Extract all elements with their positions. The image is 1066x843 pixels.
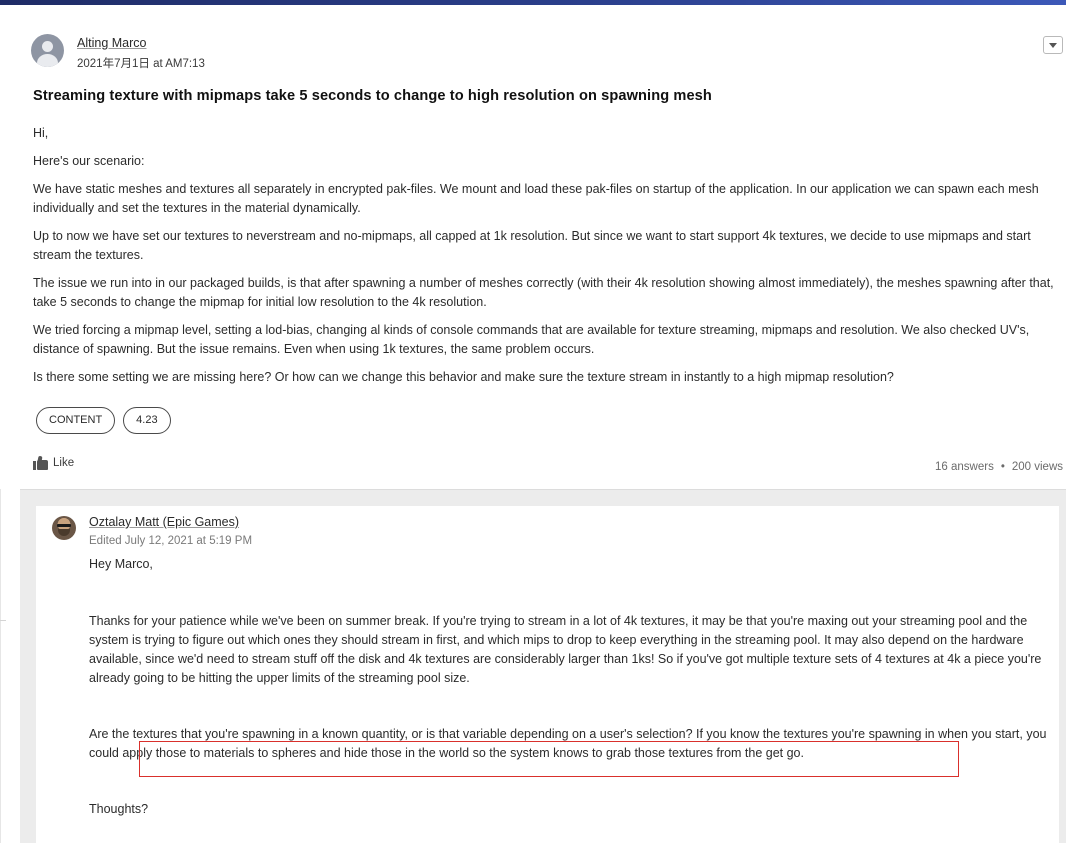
like-label: Like — [53, 457, 75, 469]
answer-paragraph: Thoughts? — [89, 802, 149, 816]
default-user-avatar-icon[interactable] — [31, 34, 64, 67]
avatar-beard — [58, 529, 70, 536]
tag-content[interactable]: CONTENT — [36, 407, 116, 434]
like-button[interactable]: Like — [33, 455, 75, 470]
answer-paragraph: Are the textures that you're spawning in… — [89, 727, 1047, 760]
question-paragraph: The issue we run into in our packaged bu… — [33, 276, 1054, 309]
question-paragraph: Is there some setting we are missing her… — [33, 370, 894, 384]
question-title: Streaming texture with mipmaps take 5 se… — [33, 88, 712, 104]
thumbs-up-icon — [33, 455, 48, 470]
question-paragraph: We have static meshes and textures all s… — [33, 182, 1039, 215]
question-date: 2021年7月1日 at AM7:13 — [77, 58, 205, 70]
avatar-sunglasses — [57, 524, 71, 527]
question-body: Hi, Here's our scenario: We have static … — [33, 124, 1063, 396]
question-paragraph: We tried forcing a mipmap level, setting… — [33, 323, 1030, 356]
tag-list: CONTENT 4.23 — [36, 407, 171, 434]
tag-version[interactable]: 4.23 — [123, 407, 171, 434]
avatar-body — [37, 54, 58, 67]
answer-body: Hey Marco, Thanks for your patience whil… — [89, 555, 1047, 843]
answer-paragraph: Hey Marco, — [89, 557, 153, 571]
answer-author-avatar[interactable] — [52, 516, 76, 540]
answer-author-link[interactable]: Oztalay Matt (Epic Games) — [89, 515, 239, 529]
answers-count: 16 answers — [935, 461, 994, 473]
question-options-dropdown[interactable] — [1043, 36, 1063, 54]
stats-separator: • — [1000, 461, 1005, 473]
answer-paragraph: Thanks for your patience while we've bee… — [89, 614, 1042, 685]
answer-edited-date: Edited July 12, 2021 at 5:19 PM — [89, 535, 253, 547]
question-paragraph: Up to now we have set our textures to ne… — [33, 229, 1031, 262]
question-author-link[interactable]: Alting Marco — [77, 36, 146, 50]
question-paragraph: Here's our scenario: — [33, 154, 145, 168]
question-stats: 16 answers • 200 views — [935, 461, 1063, 473]
chevron-down-icon — [1049, 43, 1057, 48]
avatar-head — [42, 41, 53, 52]
left-divider-mark — [0, 620, 6, 621]
views-count: 200 views — [1011, 461, 1063, 473]
question-paragraph: Hi, — [33, 126, 49, 140]
